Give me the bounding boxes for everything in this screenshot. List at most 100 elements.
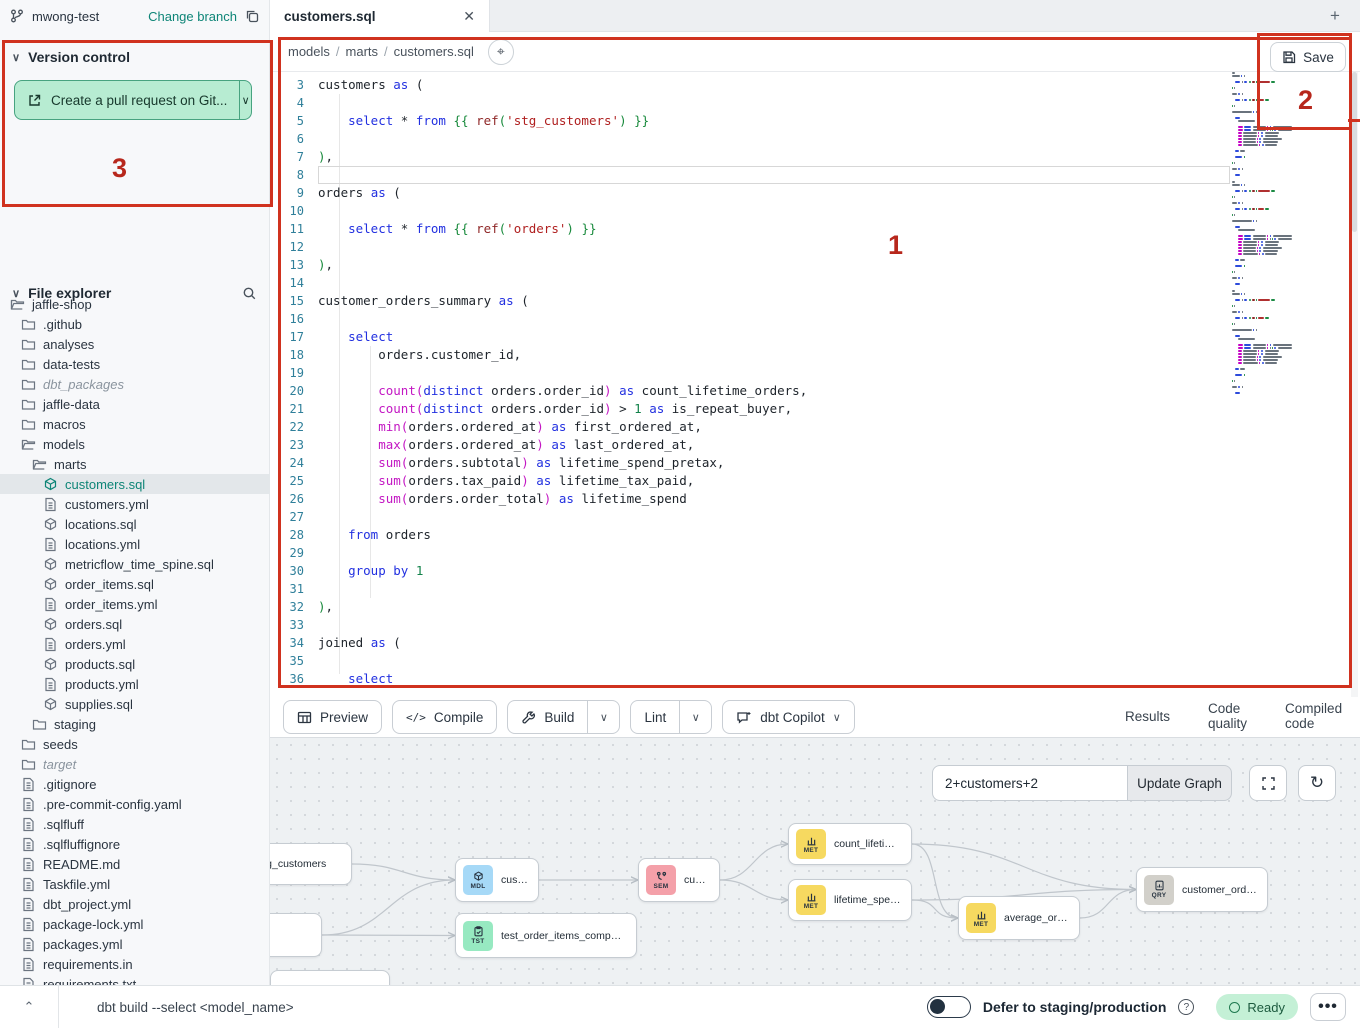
- compile-button[interactable]: </> Compile: [392, 700, 497, 734]
- lineage-node-orders[interactable]: orders: [270, 913, 322, 957]
- lint-dropdown-caret[interactable]: ∨: [679, 701, 711, 733]
- lineage-panel[interactable]: MDLstg_customersorders MDLcustomers TSTtes…: [270, 738, 1360, 985]
- code-line-27[interactable]: 27: [270, 508, 1360, 526]
- code-line-26[interactable]: 26 sum(orders.order_total) as lifetime_s…: [270, 490, 1360, 508]
- tab-code-quality[interactable]: Code quality: [1193, 697, 1262, 738]
- more-options-button[interactable]: •••: [1310, 993, 1346, 1021]
- preview-button[interactable]: Preview: [283, 700, 382, 734]
- breadcrumb-item[interactable]: models: [288, 44, 330, 59]
- tab-close-icon[interactable]: ✕: [463, 8, 475, 25]
- tree-item-products-yml[interactable]: products.yml: [0, 674, 270, 694]
- tree-item-models[interactable]: models: [0, 434, 270, 454]
- tab-results[interactable]: Results: [1110, 697, 1185, 738]
- tree-item-order-items-yml[interactable]: order_items.yml: [0, 594, 270, 614]
- breadcrumb-item[interactable]: marts: [346, 44, 379, 59]
- code-line-17[interactable]: 17 select: [270, 328, 1360, 346]
- tree-item-analyses[interactable]: analyses: [0, 334, 270, 354]
- help-icon[interactable]: ?: [1178, 999, 1194, 1015]
- code-line-29[interactable]: 29: [270, 544, 1360, 562]
- code-line-19[interactable]: 19: [270, 364, 1360, 382]
- tree-item-orders-yml[interactable]: orders.yml: [0, 634, 270, 654]
- tree-item-packages-yml[interactable]: packages.yml: [0, 934, 270, 954]
- code-line-35[interactable]: 35: [270, 652, 1360, 670]
- update-graph-button[interactable]: Update Graph: [1128, 765, 1232, 801]
- code-editor[interactable]: 2with3customers as (45 select * from {{ …: [270, 72, 1360, 697]
- lineage-node-average_order_value[interactable]: METaverage_order_value: [958, 896, 1080, 940]
- chevron-up-icon[interactable]: ⌃: [0, 999, 58, 1015]
- tree-item-package-lock-yml[interactable]: package-lock.yml: [0, 914, 270, 934]
- code-line-5[interactable]: 5 select * from {{ ref('stg_customers') …: [270, 112, 1360, 130]
- code-line-23[interactable]: 23 max(orders.ordered_at) as last_ordere…: [270, 436, 1360, 454]
- lineage-node-stg_customers[interactable]: MDLstg_customers: [270, 843, 352, 885]
- tree-item-macros[interactable]: macros: [0, 414, 270, 434]
- tree-item-order-items-sql[interactable]: order_items.sql: [0, 574, 270, 594]
- change-branch-link[interactable]: Change branch: [148, 9, 237, 24]
- tree-item-target[interactable]: target: [0, 754, 270, 774]
- breadcrumb-item[interactable]: customers.sql: [394, 44, 474, 59]
- copy-icon[interactable]: [245, 9, 259, 23]
- code-line-15[interactable]: 15customer_orders_summary as (: [270, 292, 1360, 310]
- tree-item--sqlfluffignore[interactable]: .sqlfluffignore: [0, 834, 270, 854]
- tree-item-customers-yml[interactable]: customers.yml: [0, 494, 270, 514]
- lineage-node-customers_mdl[interactable]: MDLcustomers: [455, 858, 539, 902]
- tree-item-metricflow-time-spine-sql[interactable]: metricflow_time_spine.sql: [0, 554, 270, 574]
- code-line-34[interactable]: 34joined as (: [270, 634, 1360, 652]
- tree-item--gitignore[interactable]: .gitignore: [0, 774, 270, 794]
- code-line-14[interactable]: 14: [270, 274, 1360, 292]
- create-pull-request-button[interactable]: Create a pull request on Git... ∨: [14, 80, 252, 120]
- code-line-12[interactable]: 12: [270, 238, 1360, 256]
- tree-item-products-sql[interactable]: products.sql: [0, 654, 270, 674]
- tree-item-dbt-packages[interactable]: dbt_packages: [0, 374, 270, 394]
- tree-item-dbt-project-yml[interactable]: dbt_project.yml: [0, 894, 270, 914]
- create-pull-request-main[interactable]: Create a pull request on Git...: [15, 81, 240, 119]
- code-line-28[interactable]: 28 from orders: [270, 526, 1360, 544]
- code-line-30[interactable]: 30 group by 1: [270, 562, 1360, 580]
- tree-item-seeds[interactable]: seeds: [0, 734, 270, 754]
- lineage-node-tst[interactable]: TSTtest_order_items_compute_to_bools...: [455, 913, 637, 958]
- code-line-10[interactable]: 10: [270, 202, 1360, 220]
- refresh-icon[interactable]: ↻: [1298, 765, 1336, 801]
- pr-dropdown-caret[interactable]: ∨: [240, 81, 251, 119]
- lineage-node-partial[interactable]: [270, 970, 390, 985]
- tree-item-staging[interactable]: staging: [0, 714, 270, 734]
- editor-minimap[interactable]: [1232, 72, 1312, 502]
- version-control-header[interactable]: ∨ Version control: [0, 42, 269, 72]
- code-line-7[interactable]: 7),: [270, 148, 1360, 166]
- tree-item-readme-md[interactable]: README.md: [0, 854, 270, 874]
- tree-item-jaffle-data[interactable]: jaffle-data: [0, 394, 270, 414]
- lineage-selector-input[interactable]: [932, 765, 1128, 801]
- tree-item--github[interactable]: .github: [0, 314, 270, 334]
- lineage-node-customer_order_metrics[interactable]: QRYcustomer_order_metrics: [1136, 867, 1268, 912]
- code-line-32[interactable]: 32),: [270, 598, 1360, 616]
- lineage-node-count_lifetime_orders[interactable]: METcount_lifetime_orders: [788, 823, 912, 865]
- tree-item--sqlfluff[interactable]: .sqlfluff: [0, 814, 270, 834]
- defer-toggle[interactable]: [927, 996, 971, 1018]
- code-line-13[interactable]: 13),: [270, 256, 1360, 274]
- tree-item-orders-sql[interactable]: orders.sql: [0, 614, 270, 634]
- code-line-18[interactable]: 18 orders.customer_id,: [270, 346, 1360, 364]
- lineage-node-customers_sem[interactable]: SEMcustomers: [638, 858, 720, 902]
- tab-compiled-code[interactable]: Compiled code: [1270, 697, 1357, 738]
- code-line-9[interactable]: 9orders as (: [270, 184, 1360, 202]
- tree-item--pre-commit-config-yaml[interactable]: .pre-commit-config.yaml: [0, 794, 270, 814]
- code-line-4[interactable]: 4: [270, 94, 1360, 112]
- tree-item-supplies-sql[interactable]: supplies.sql: [0, 694, 270, 714]
- tree-item-taskfile-yml[interactable]: Taskfile.yml: [0, 874, 270, 894]
- tree-item-marts[interactable]: marts: [0, 454, 270, 474]
- code-line-21[interactable]: 21 count(distinct orders.order_id) > 1 a…: [270, 400, 1360, 418]
- build-dropdown-caret[interactable]: ∨: [587, 701, 619, 733]
- code-line-31[interactable]: 31: [270, 580, 1360, 598]
- code-line-25[interactable]: 25 sum(orders.tax_paid) as lifetime_tax_…: [270, 472, 1360, 490]
- lint-button[interactable]: Lint ∨: [630, 700, 712, 734]
- tree-item-data-tests[interactable]: data-tests: [0, 354, 270, 374]
- build-button[interactable]: Build ∨: [507, 700, 620, 734]
- code-line-22[interactable]: 22 min(orders.ordered_at) as first_order…: [270, 418, 1360, 436]
- code-line-36[interactable]: 36 select: [270, 670, 1360, 688]
- node-lens-icon[interactable]: ⌖: [488, 39, 514, 65]
- fullscreen-icon[interactable]: [1249, 765, 1287, 801]
- tab-customers-sql[interactable]: customers.sql ✕: [270, 0, 490, 32]
- code-line-8[interactable]: 8: [270, 166, 1360, 184]
- lineage-node-lifetime_spend_pretax[interactable]: METlifetime_spend_pretax: [788, 879, 912, 921]
- code-line-20[interactable]: 20 count(distinct orders.order_id) as co…: [270, 382, 1360, 400]
- code-line-3[interactable]: 3customers as (: [270, 76, 1360, 94]
